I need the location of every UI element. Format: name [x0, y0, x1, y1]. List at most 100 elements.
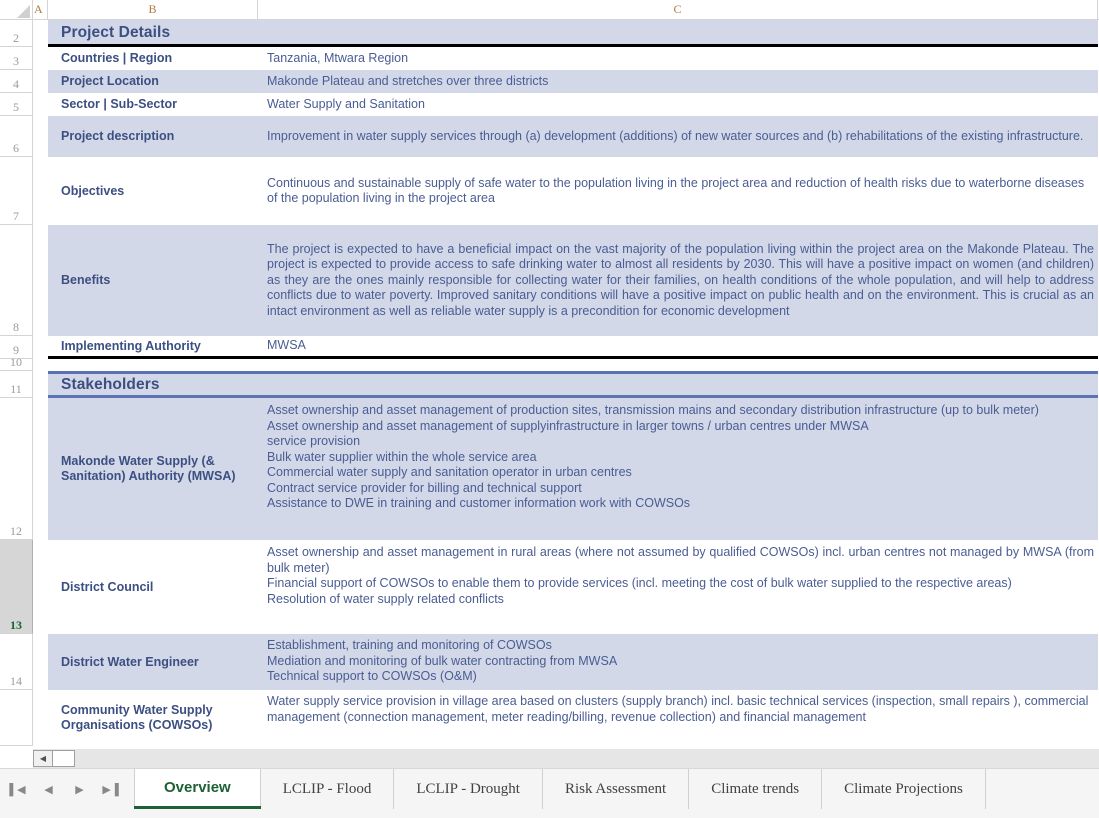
cell-a3[interactable]	[33, 47, 48, 70]
row-header-7[interactable]: 7	[0, 157, 33, 225]
stakeholder-label-mwsa: Makonde Water Supply (& Sanitation) Auth…	[61, 454, 236, 483]
cell-c3-value[interactable]: Tanzania, Mtwara Region	[258, 47, 1098, 70]
stakeholder-line: Technical support to COWSOs (O&M)	[267, 669, 477, 683]
stakeholder-label-district-water-engineer: District Water Engineer	[61, 654, 199, 669]
row-header-12[interactable]: 12	[0, 398, 33, 540]
column-header-c[interactable]: C	[258, 0, 1098, 19]
cell-a10[interactable]	[33, 359, 48, 371]
table-row: 14 District Water Engineer Establishment…	[0, 634, 1099, 690]
last-sheet-button[interactable]: ▶▐	[95, 771, 126, 807]
cell-b12-label[interactable]: Makonde Water Supply (& Sanitation) Auth…	[48, 398, 258, 540]
cell-b2-project-details-title[interactable]: Project Details	[48, 20, 258, 47]
cell-c13-value[interactable]: Asset ownership and asset management in …	[258, 540, 1098, 634]
sheet-tab-risk-assessment[interactable]: Risk Assessment	[543, 769, 690, 809]
stakeholder-label-cowsos: Community Water Supply Organisations (CO…	[61, 703, 213, 732]
stakeholder-line: Asset ownership and asset management in …	[267, 545, 1094, 575]
column-header-b[interactable]: B	[48, 0, 258, 19]
row-header-10[interactable]: 10	[0, 356, 33, 371]
cell-c6-value[interactable]: Improvement in water supply services thr…	[258, 116, 1098, 157]
sheet-tab-lclip-flood[interactable]: LCLIP - Flood	[261, 769, 395, 809]
stakeholder-line: Bulk water supplier within the whole ser…	[267, 449, 537, 464]
first-sheet-button[interactable]: ▌◀	[2, 771, 33, 807]
cell-c15-value[interactable]: Water supply service provision in villag…	[258, 690, 1098, 746]
cell-c7-value[interactable]: Continuous and sustainable supply of saf…	[258, 157, 1098, 225]
cell-c10[interactable]	[258, 359, 1098, 371]
cell-c9-value[interactable]: MWSA	[258, 336, 1098, 359]
table-row: 2 Project Details	[0, 20, 1099, 47]
row-header-3[interactable]: 3	[0, 47, 33, 70]
cell-c8-value[interactable]: The project is expected to have a benefi…	[258, 225, 1098, 336]
cell-b4-label[interactable]: Project Location	[48, 70, 258, 93]
stakeholder-line: Contract service provider for billing an…	[267, 480, 582, 495]
table-row: 5 Sector | Sub-Sector Water Supply and S…	[0, 93, 1099, 116]
cell-a11[interactable]	[33, 371, 48, 398]
stakeholder-line: Asset ownership and asset management of …	[267, 418, 869, 433]
stakeholder-line: Resolution of water supply related confl…	[267, 591, 504, 606]
cell-b6-label[interactable]: Project description	[48, 116, 258, 157]
cell-b3-label[interactable]: Countries | Region	[48, 47, 258, 70]
table-row: 8 Benefits The project is expected to ha…	[0, 225, 1099, 336]
stakeholder-line: Mediation and monitoring of bulk water c…	[267, 653, 618, 668]
cell-a15[interactable]	[33, 690, 48, 746]
cell-a5[interactable]	[33, 93, 48, 116]
row-header-14[interactable]: 14	[0, 634, 33, 690]
row-header-6[interactable]: 6	[0, 116, 33, 157]
cell-c11[interactable]	[258, 371, 1098, 398]
sheet-tab-lclip-drought[interactable]: LCLIP - Drought	[394, 769, 543, 809]
row-header-8[interactable]: 8	[0, 225, 33, 336]
cell-a12[interactable]	[33, 398, 48, 540]
scrollbar-left-spacer	[0, 749, 33, 768]
horizontal-scrollbar[interactable]: ◀	[0, 749, 1099, 768]
spreadsheet-window: A B C 2 Project Details 3 Countries | Re…	[0, 0, 1099, 818]
sheet-tab-climate-projections[interactable]: Climate Projections	[822, 769, 986, 809]
cell-b13-label[interactable]: District Council	[48, 540, 258, 634]
cell-c5-value[interactable]: Water Supply and Sanitation	[258, 93, 1098, 116]
cell-a9[interactable]	[33, 336, 48, 359]
cell-a14[interactable]	[33, 634, 48, 690]
sheet-tab-overview[interactable]: Overview	[134, 769, 261, 809]
row-header-11[interactable]: 11	[0, 371, 33, 398]
sheet-tab-bar: ▌◀ ◀ ▶ ▶▐ Overview LCLIP - Flood LCLIP -…	[0, 768, 1099, 818]
table-row: 7 Objectives Continuous and sustainable …	[0, 157, 1099, 225]
cell-c12-value[interactable]: Asset ownership and asset management of …	[258, 398, 1098, 540]
cell-b15-label[interactable]: Community Water Supply Organisations (CO…	[48, 690, 258, 746]
table-row: 13 District Council Asset ownership and …	[0, 540, 1099, 634]
cell-c4-value[interactable]: Makonde Plateau and stretches over three…	[258, 70, 1098, 93]
stakeholder-line: Establishment, training and monitoring o…	[267, 638, 552, 652]
table-row: 12 Makonde Water Supply (& Sanitation) A…	[0, 398, 1099, 540]
row-header-2[interactable]: 2	[0, 20, 33, 47]
cell-b8-label[interactable]: Benefits	[48, 225, 258, 336]
scroll-left-arrow-icon[interactable]: ◀	[33, 750, 53, 767]
cell-b9-label[interactable]: Implementing Authority	[48, 336, 258, 359]
cell-a7[interactable]	[33, 157, 48, 225]
cell-a13[interactable]	[33, 540, 48, 634]
row-header-15[interactable]	[0, 690, 33, 746]
cell-b11-stakeholders-title[interactable]: Stakeholders	[48, 371, 258, 398]
table-row: 6 Project description Improvement in wat…	[0, 116, 1099, 157]
table-row: 9 Implementing Authority MWSA	[0, 336, 1099, 359]
cell-b14-label[interactable]: District Water Engineer	[48, 634, 258, 690]
stakeholder-line: Water supply service provision in villag…	[267, 694, 1089, 724]
cell-c14-value[interactable]: Establishment, training and monitoring o…	[258, 634, 1098, 690]
sheet-tab-climate-trends[interactable]: Climate trends	[689, 769, 823, 809]
column-header-row: A B C	[0, 0, 1099, 20]
row-header-13[interactable]: 13	[0, 540, 33, 634]
select-all-corner[interactable]	[0, 0, 33, 19]
cell-a4[interactable]	[33, 70, 48, 93]
cell-a6[interactable]	[33, 116, 48, 157]
table-row: 3 Countries | Region Tanzania, Mtwara Re…	[0, 47, 1099, 70]
cell-b5-label[interactable]: Sector | Sub-Sector	[48, 93, 258, 116]
previous-sheet-button[interactable]: ◀	[33, 771, 64, 807]
row-header-4[interactable]: 4	[0, 70, 33, 93]
cell-b10[interactable]	[48, 359, 258, 371]
table-row: 11 Stakeholders	[0, 371, 1099, 398]
column-header-a[interactable]: A	[33, 0, 48, 19]
cell-b7-label[interactable]: Objectives	[48, 157, 258, 225]
cell-a8[interactable]	[33, 225, 48, 336]
scrollbar-thumb[interactable]	[53, 750, 75, 767]
next-sheet-button[interactable]: ▶	[64, 771, 95, 807]
row-header-5[interactable]: 5	[0, 93, 33, 116]
cell-a2[interactable]	[33, 20, 48, 47]
stakeholder-line: service provision	[267, 434, 361, 448]
cell-c2[interactable]	[258, 20, 1098, 47]
